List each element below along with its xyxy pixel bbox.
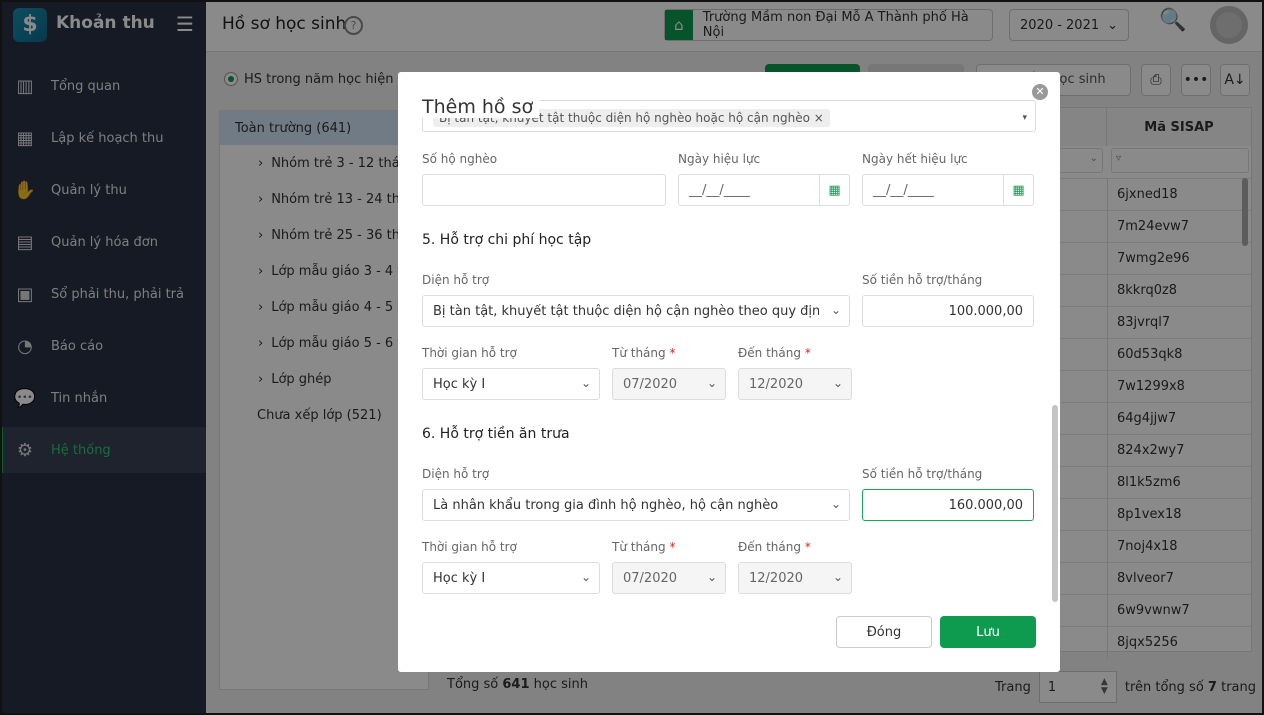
chevron-down-icon: ⌄ bbox=[830, 303, 841, 317]
period-select[interactable]: Học kỳ I ⌄ bbox=[422, 368, 600, 400]
close-button[interactable]: Đóng bbox=[836, 616, 932, 648]
amount-input[interactable]: 100.000,00 bbox=[862, 295, 1034, 327]
section-title: 6. Hỗ trợ tiền ăn trưa bbox=[422, 426, 570, 442]
valid-to-label: Ngày hết hiệu lực bbox=[862, 152, 968, 166]
remove-tag-icon[interactable]: × bbox=[814, 111, 824, 125]
from-month-select[interactable]: 07/2020 ⌄ bbox=[612, 368, 726, 400]
amount-label: Số tiền hỗ trợ/tháng bbox=[862, 273, 983, 287]
period-label: Thời gian hỗ trợ bbox=[422, 540, 517, 554]
save-button[interactable]: Lưu bbox=[940, 616, 1036, 648]
to-month-label: Đến tháng * bbox=[738, 346, 811, 360]
chevron-down-icon: ⌄ bbox=[706, 376, 717, 390]
calendar-icon[interactable]: ▦ bbox=[819, 175, 849, 205]
valid-from-label: Ngày hiệu lực bbox=[678, 152, 761, 166]
dialog-title: Thêm hồ sơ bbox=[422, 96, 540, 118]
amount-label: Số tiền hỗ trợ/tháng bbox=[862, 467, 983, 481]
chevron-down-icon: ⌄ bbox=[580, 376, 591, 390]
close-icon[interactable]: ✕ bbox=[1032, 84, 1048, 100]
support-type-select[interactable]: Là nhân khẩu trong gia đình hộ nghèo, hộ… bbox=[422, 489, 850, 521]
support-type-select[interactable]: Bị tàn tật, khuyết tật thuộc diện hộ cận… bbox=[422, 295, 850, 327]
dialog-scrollbar[interactable] bbox=[1052, 405, 1058, 602]
from-month-label: Từ tháng * bbox=[612, 540, 676, 554]
section-title: 5. Hỗ trợ chi phí học tập bbox=[422, 232, 592, 248]
calendar-icon[interactable]: ▦ bbox=[1003, 175, 1033, 205]
poor-no-label: Số hộ nghèo bbox=[422, 152, 498, 166]
to-month-select[interactable]: 12/2020 ⌄ bbox=[738, 368, 852, 400]
to-month-select[interactable]: 12/2020 ⌄ bbox=[738, 562, 852, 594]
from-month-select[interactable]: 07/2020 ⌄ bbox=[612, 562, 726, 594]
amount-input[interactable]: 160.000,00 bbox=[862, 489, 1034, 521]
caret-down-icon: ▾ bbox=[1022, 113, 1027, 123]
chevron-down-icon: ⌄ bbox=[832, 570, 843, 584]
chevron-down-icon: ⌄ bbox=[830, 497, 841, 511]
chevron-down-icon: ⌄ bbox=[706, 570, 717, 584]
from-month-label: Từ tháng * bbox=[612, 346, 676, 360]
chevron-down-icon: ⌄ bbox=[580, 570, 591, 584]
to-month-label: Đến tháng * bbox=[738, 540, 811, 554]
valid-from-input[interactable]: __/__/____ ▦ bbox=[678, 174, 850, 206]
period-label: Thời gian hỗ trợ bbox=[422, 346, 517, 360]
period-select[interactable]: Học kỳ I ⌄ bbox=[422, 562, 600, 594]
poor-no-input[interactable] bbox=[422, 174, 666, 206]
add-profile-dialog: Thêm hồ sơ ✕ Bị tàn tật, khuyết tật thuộ… bbox=[398, 72, 1060, 672]
chevron-down-icon: ⌄ bbox=[832, 376, 843, 390]
valid-to-input[interactable]: __/__/____ ▦ bbox=[862, 174, 1034, 206]
support-type-label: Diện hỗ trợ bbox=[422, 467, 490, 481]
support-type-label: Diện hỗ trợ bbox=[422, 273, 490, 287]
